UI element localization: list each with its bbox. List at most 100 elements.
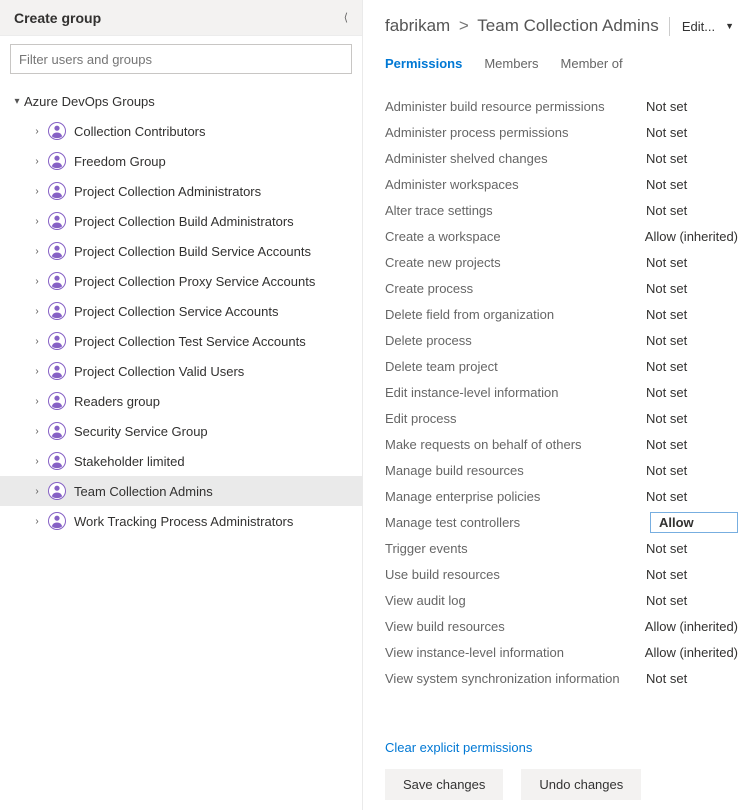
tab[interactable]: Member of [561,56,623,75]
permission-value[interactable]: Not set [646,255,738,270]
permission-label: Alter trace settings [385,203,646,218]
permission-value[interactable]: Allow (inherited) [645,645,738,660]
tree-item[interactable]: › Project Collection Proxy Service Accou… [0,266,362,296]
permission-value[interactable]: Not set [646,281,738,296]
permission-value[interactable]: Not set [646,333,738,348]
permission-label: Create new projects [385,255,646,270]
permission-value[interactable]: Not set [646,411,738,426]
permission-row: Create processNot set [385,275,738,301]
save-button[interactable]: Save changes [385,769,503,800]
tree-item[interactable]: › Team Collection Admins [0,476,362,506]
tree-root[interactable]: ▾ Azure DevOps Groups [0,86,362,116]
permission-value[interactable]: Not set [646,489,738,504]
permission-value[interactable]: Not set [646,385,738,400]
header-row: fabrikam > Team Collection Admins Edit..… [385,16,738,36]
tree-item-label: Project Collection Build Administrators [74,214,362,229]
permission-value[interactable]: Allow (inherited) [645,619,738,634]
permission-value[interactable]: Not set [646,671,738,686]
permission-value[interactable]: Allow (inherited) [645,229,738,244]
permission-value[interactable]: Not set [646,203,738,218]
tree-item[interactable]: › Project Collection Build Administrator… [0,206,362,236]
permission-label: Create process [385,281,646,296]
tree-item[interactable]: › Security Service Group [0,416,362,446]
tree-item-label: Stakeholder limited [74,454,362,469]
breadcrumb-org[interactable]: fabrikam [385,16,450,35]
tree-item-label: Team Collection Admins [74,484,362,499]
permission-value[interactable]: Not set [646,177,738,192]
breadcrumb: fabrikam > Team Collection Admins [385,16,659,36]
permission-value[interactable]: Not set [646,463,738,478]
group-icon [48,212,66,230]
permission-value[interactable]: Not set [646,359,738,374]
permission-row: Alter trace settingsNot set [385,197,738,223]
permission-row: Edit processNot set [385,405,738,431]
chevron-right-icon: › [30,126,44,137]
permission-value[interactable]: Not set [646,151,738,166]
group-icon [48,452,66,470]
permission-label: Administer build resource permissions [385,99,646,114]
create-group-button[interactable]: Create group [14,10,101,26]
breadcrumb-group: Team Collection Admins [477,16,658,35]
group-icon [48,482,66,500]
tree-item[interactable]: › Project Collection Valid Users [0,356,362,386]
tree-item-label: Project Collection Valid Users [74,364,362,379]
left-pane: Create group ⟨ ▾ Azure DevOps Groups › C… [0,0,363,810]
permission-row: Create a workspaceAllow (inherited) [385,223,738,249]
undo-button[interactable]: Undo changes [521,769,641,800]
permission-label: Edit instance-level information [385,385,646,400]
filter-input[interactable] [10,44,352,74]
permission-value[interactable]: Not set [646,307,738,322]
permission-label: Use build resources [385,567,646,582]
permission-row: View system synchronization informationN… [385,665,738,691]
permission-row: Administer build resource permissionsNot… [385,93,738,119]
permission-label: Create a workspace [385,229,645,244]
permission-row: Administer workspacesNot set [385,171,738,197]
edit-menu[interactable]: Edit... ▼ [669,17,738,36]
permission-label: Manage enterprise policies [385,489,646,504]
permission-row: Create new projectsNot set [385,249,738,275]
permission-row: Administer process permissionsNot set [385,119,738,145]
permission-label: Make requests on behalf of others [385,437,646,452]
tab[interactable]: Members [484,56,538,75]
permission-label: Administer shelved changes [385,151,646,166]
permission-value[interactable]: Not set [646,437,738,452]
tree-item[interactable]: › Project Collection Test Service Accoun… [0,326,362,356]
permission-row: Administer shelved changesNot set [385,145,738,171]
group-icon [48,152,66,170]
permission-value[interactable]: Allow [650,512,738,533]
tree-item-label: Security Service Group [74,424,362,439]
permission-row: Edit instance-level informationNot set [385,379,738,405]
permission-value[interactable]: Not set [646,541,738,556]
permission-label: Delete team project [385,359,646,374]
breadcrumb-sep: > [459,16,469,35]
collapse-pane-icon[interactable]: ⟨ [340,7,352,28]
tree-item[interactable]: › Project Collection Build Service Accou… [0,236,362,266]
tree-item[interactable]: › Stakeholder limited [0,446,362,476]
chevron-right-icon: › [30,396,44,407]
tab[interactable]: Permissions [385,56,462,75]
permission-label: Edit process [385,411,646,426]
permission-row: Manage build resourcesNot set [385,457,738,483]
tree-item[interactable]: › Freedom Group [0,146,362,176]
tree-item[interactable]: › Project Collection Administrators [0,176,362,206]
permission-label: Manage build resources [385,463,646,478]
tree-item[interactable]: › Project Collection Service Accounts [0,296,362,326]
group-icon [48,362,66,380]
permission-value[interactable]: Not set [646,593,738,608]
chevron-right-icon: › [30,516,44,527]
tree-item-label: Project Collection Service Accounts [74,304,362,319]
chevron-right-icon: › [30,186,44,197]
permission-value[interactable]: Not set [646,567,738,582]
permission-label: View system synchronization information [385,671,646,686]
tree-item[interactable]: › Work Tracking Process Administrators [0,506,362,536]
chevron-right-icon: › [30,156,44,167]
tree-item[interactable]: › Collection Contributors [0,116,362,146]
tree-item[interactable]: › Readers group [0,386,362,416]
chevron-right-icon: › [30,366,44,377]
permission-label: Administer workspaces [385,177,646,192]
permission-value[interactable]: Not set [646,125,738,140]
permission-value[interactable]: Not set [646,99,738,114]
chevron-right-icon: › [30,306,44,317]
permission-row: Delete processNot set [385,327,738,353]
clear-permissions-link[interactable]: Clear explicit permissions [385,740,738,755]
